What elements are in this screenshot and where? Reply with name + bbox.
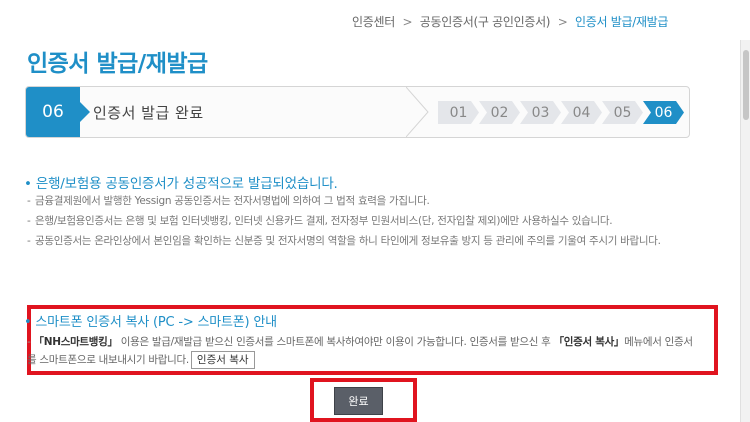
done-button[interactable]: 완료 [334,387,383,415]
breadcrumb-item-cert-center[interactable]: 인증센터 [352,15,395,29]
step-indicator: 06 인증서 발급 완료 01 02 03 04 05 06 [25,86,690,138]
step-list: 01 02 03 04 05 06 [438,101,684,124]
step-divider-icon [406,87,429,137]
note-item: 은행/보험용인증서는 은행 및 보험 인터넷뱅킹, 인터넷 신용카드 결제, 전… [27,213,692,229]
note-item: 금융결제원에서 발행한 Yessign 공동인증서는 전자서명법에 의하여 그 … [27,193,692,209]
breadcrumb-item-current: 인증서 발급/재발급 [574,15,669,29]
breadcrumb-separator: > [557,15,568,29]
app-name: 「NH스마트뱅킹」 [33,336,118,348]
cert-copy-button[interactable]: 인증서 복사 [190,351,255,369]
smartphone-copy-body: - 「NH스마트뱅킹」 이용은 발급/재발급 받으신 인증서를 스마트폰에 복사… [27,333,697,369]
success-notes: 금융결제원에서 발행한 Yessign 공동인증서는 전자서명법에 의하여 그 … [27,193,692,253]
note-item: 공동인증서는 온라인상에서 본인임을 확인하는 신분증 및 전자서명의 역할을 … [27,233,692,249]
scrollbar-thumb[interactable] [743,50,749,120]
breadcrumb-separator: > [402,15,413,29]
current-step-label: 인증서 발급 완료 [93,104,204,122]
step-chip-02: 02 [479,101,520,124]
step-chip-04: 04 [561,101,602,124]
success-heading: • 은행/보험용 공동인증서가 성공적으로 발급되었습니다. [24,176,338,192]
page-title: 인증서 발급/재발급 [27,51,208,77]
copy-body-text-1: 이용은 발급/재발급 받으신 인증서를 스마트폰에 복사하여야만 이용이 가능합… [117,336,554,348]
current-step-number: 06 [26,87,90,137]
smartphone-copy-heading: • 스마트폰 인증서 복사 (PC -> 스마트폰) 안내 [24,315,277,330]
step-chip-06-active: 06 [643,101,684,124]
vertical-scrollbar[interactable] [740,40,750,422]
menu-name: 「인증서 복사」 [553,336,625,348]
breadcrumb-item-joint-cert[interactable]: 공동인증서(구 공인인증서) [420,15,551,29]
step-chip-05: 05 [602,101,643,124]
step-chip-01: 01 [438,101,479,124]
breadcrumb: 인증센터 > 공동인증서(구 공인인증서) > 인증서 발급/재발급 [352,13,668,30]
step-chip-03: 03 [520,101,561,124]
